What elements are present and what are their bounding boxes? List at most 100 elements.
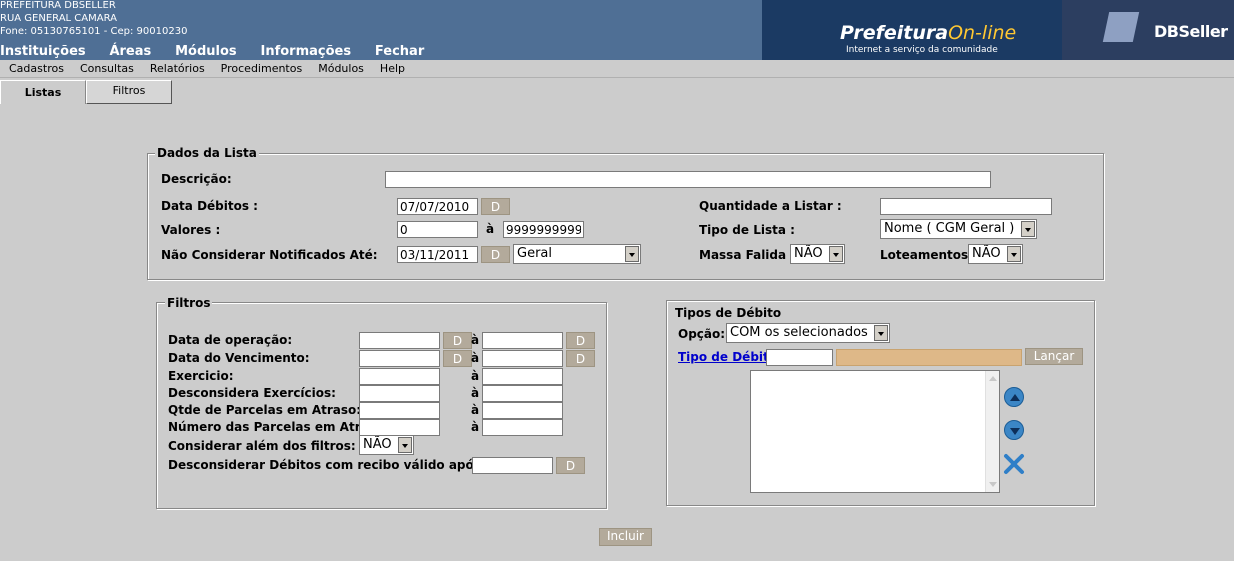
- prefeitura-online-logo: PrefeituraOn-line Internet a serviço da …: [762, 0, 1062, 60]
- numero-parcelas-separator: à: [471, 420, 480, 434]
- desconsiderar-debitos-date-input[interactable]: [472, 457, 553, 474]
- tab-listas[interactable]: Listas: [0, 80, 86, 104]
- opcao-select-value: COM os selecionados: [730, 325, 868, 340]
- numero-parcelas-label: Número das Parcelas em Atraso:: [168, 420, 389, 434]
- qtde-parcelas-from-input[interactable]: [359, 402, 440, 419]
- filtros-legend: Filtros: [165, 296, 213, 310]
- data-debitos-input[interactable]: [397, 198, 478, 215]
- massa-falida-select[interactable]: NÃO: [790, 244, 845, 264]
- submenu-relatorios[interactable]: Relatórios: [141, 60, 205, 78]
- loteamentos-label: Loteamentos:: [880, 248, 973, 262]
- valores-to-input[interactable]: [503, 221, 584, 238]
- dbseller-logo: DBSeller: [1062, 0, 1234, 60]
- listbox-scrollbar[interactable]: [985, 371, 999, 492]
- menu-informacoes[interactable]: Informações: [260, 44, 351, 59]
- valores-separator: à: [486, 222, 495, 236]
- menu-instituicoes[interactable]: Instituições: [0, 44, 86, 59]
- move-up-button[interactable]: [1004, 387, 1024, 407]
- loteamentos-select[interactable]: NÃO: [968, 244, 1023, 264]
- move-down-button[interactable]: [1004, 420, 1024, 440]
- submenu-help[interactable]: Help: [371, 60, 405, 78]
- nao-considerar-date-button[interactable]: D: [481, 246, 510, 263]
- exercicio-to-input[interactable]: [482, 368, 563, 385]
- qtde-parcelas-separator: à: [471, 403, 480, 417]
- data-operacao-to-date-button[interactable]: D: [566, 332, 595, 349]
- data-debitos-date-button[interactable]: D: [481, 198, 510, 215]
- qtde-parcelas-label: Qtde de Parcelas em Atraso:: [168, 403, 362, 417]
- logo-prefeitura-text: Prefeitura: [840, 22, 949, 44]
- numero-parcelas-from-input[interactable]: [359, 419, 440, 436]
- arrow-down-circle-icon: [1010, 428, 1020, 435]
- dbseller-logo-text: DBSeller: [1154, 22, 1228, 41]
- menu-modulos[interactable]: Módulos: [175, 44, 237, 59]
- desconsidera-exercicios-from-input[interactable]: [359, 385, 440, 402]
- desconsidera-exercicios-label: Desconsidera Exercícios:: [168, 386, 336, 400]
- scroll-down-icon[interactable]: [989, 482, 997, 487]
- submenu-modulos[interactable]: Módulos: [309, 60, 364, 78]
- lancar-button[interactable]: Lançar: [1025, 348, 1083, 365]
- tipo-lista-select[interactable]: Nome ( CGM Geral ): [880, 219, 1037, 239]
- chevron-down-icon: [1007, 246, 1021, 262]
- desconsidera-exercicios-to-input[interactable]: [482, 385, 563, 402]
- chevron-down-icon: [398, 437, 412, 453]
- qtde-parcelas-to-input[interactable]: [482, 402, 563, 419]
- incluir-button[interactable]: Incluir: [599, 528, 652, 546]
- dbseller-mark-icon: [1102, 12, 1140, 42]
- submenu-consultas[interactable]: Consultas: [71, 60, 134, 78]
- numero-parcelas-to-input[interactable]: [482, 419, 563, 436]
- submenu-cadastros[interactable]: Cadastros: [0, 60, 64, 78]
- desconsiderar-debitos-date-button[interactable]: D: [556, 457, 585, 474]
- tipo-debito-code-input[interactable]: [766, 349, 833, 366]
- data-operacao-to-input[interactable]: [482, 332, 563, 349]
- descricao-input[interactable]: [385, 171, 991, 188]
- tipos-debito-title: Tipos de Débito: [675, 306, 782, 320]
- org-address: RUA GENERAL CAMARA: [0, 13, 117, 24]
- desconsidera-exercicios-separator: à: [471, 386, 480, 400]
- sub-menu: Cadastros Consultas Relatórios Procedimento…: [0, 60, 1234, 78]
- opcao-label: Opção:: [678, 327, 726, 341]
- tipos-debito-listbox[interactable]: [750, 370, 1000, 493]
- chevron-down-icon: [1021, 221, 1035, 237]
- tipo-lista-select-value: Nome ( CGM Geral ): [884, 221, 1015, 236]
- quantidade-label: Quantidade a Listar :: [699, 199, 842, 213]
- nao-considerar-select[interactable]: Geral: [513, 244, 641, 264]
- data-vencimento-to-input[interactable]: [482, 350, 563, 367]
- tipo-debito-description-field: [836, 349, 1022, 366]
- valores-from-input[interactable]: [397, 221, 478, 238]
- submenu-procedimentos[interactable]: Procedimentos: [212, 60, 303, 78]
- data-vencimento-to-date-button[interactable]: D: [566, 350, 595, 367]
- logo-tagline: Internet a serviço da comunidade: [846, 45, 998, 55]
- nao-considerar-select-value: Geral: [517, 246, 552, 261]
- data-operacao-from-input[interactable]: [359, 332, 440, 349]
- exercicio-label: Exercicio:: [168, 369, 234, 383]
- app-header: PREFEITURA DBSELLER RUA GENERAL CAMARA F…: [0, 0, 1234, 60]
- massa-falida-label: Massa Falida :: [699, 248, 796, 262]
- descricao-label: Descrição:: [161, 172, 232, 186]
- chevron-down-icon: [625, 246, 639, 262]
- top-menu: Instituições Áreas Módulos Informações F…: [0, 44, 444, 59]
- loteamentos-select-value: NÃO: [972, 246, 1001, 261]
- data-vencimento-from-date-button[interactable]: D: [443, 350, 472, 367]
- remove-button[interactable]: [1003, 453, 1025, 475]
- menu-areas[interactable]: Áreas: [109, 44, 151, 59]
- data-operacao-label: Data de operação:: [168, 333, 293, 347]
- quantidade-input[interactable]: [880, 198, 1052, 215]
- tipo-lista-label: Tipo de Lista :: [699, 223, 795, 237]
- exercicio-from-input[interactable]: [359, 368, 440, 385]
- menu-fechar[interactable]: Fechar: [375, 44, 424, 59]
- chevron-down-icon: [829, 246, 843, 262]
- data-vencimento-from-input[interactable]: [359, 350, 440, 367]
- data-operacao-from-date-button[interactable]: D: [443, 332, 472, 349]
- nao-considerar-date-input[interactable]: [397, 246, 478, 263]
- dados-lista-legend: Dados da Lista: [155, 146, 259, 160]
- org-contact: Fone: 05130765101 - Cep: 90010230: [0, 26, 188, 37]
- opcao-select[interactable]: COM os selecionados: [726, 323, 890, 343]
- considerar-select[interactable]: NÃO: [359, 435, 414, 455]
- data-vencimento-label: Data do Vencimento:: [168, 351, 310, 365]
- scroll-up-icon[interactable]: [989, 376, 997, 381]
- data-operacao-separator: à: [471, 333, 480, 347]
- chevron-down-icon: [874, 325, 888, 341]
- massa-falida-select-value: NÃO: [794, 246, 823, 261]
- arrow-up-circle-icon: [1010, 394, 1020, 401]
- tab-filtros[interactable]: Filtros: [86, 80, 172, 104]
